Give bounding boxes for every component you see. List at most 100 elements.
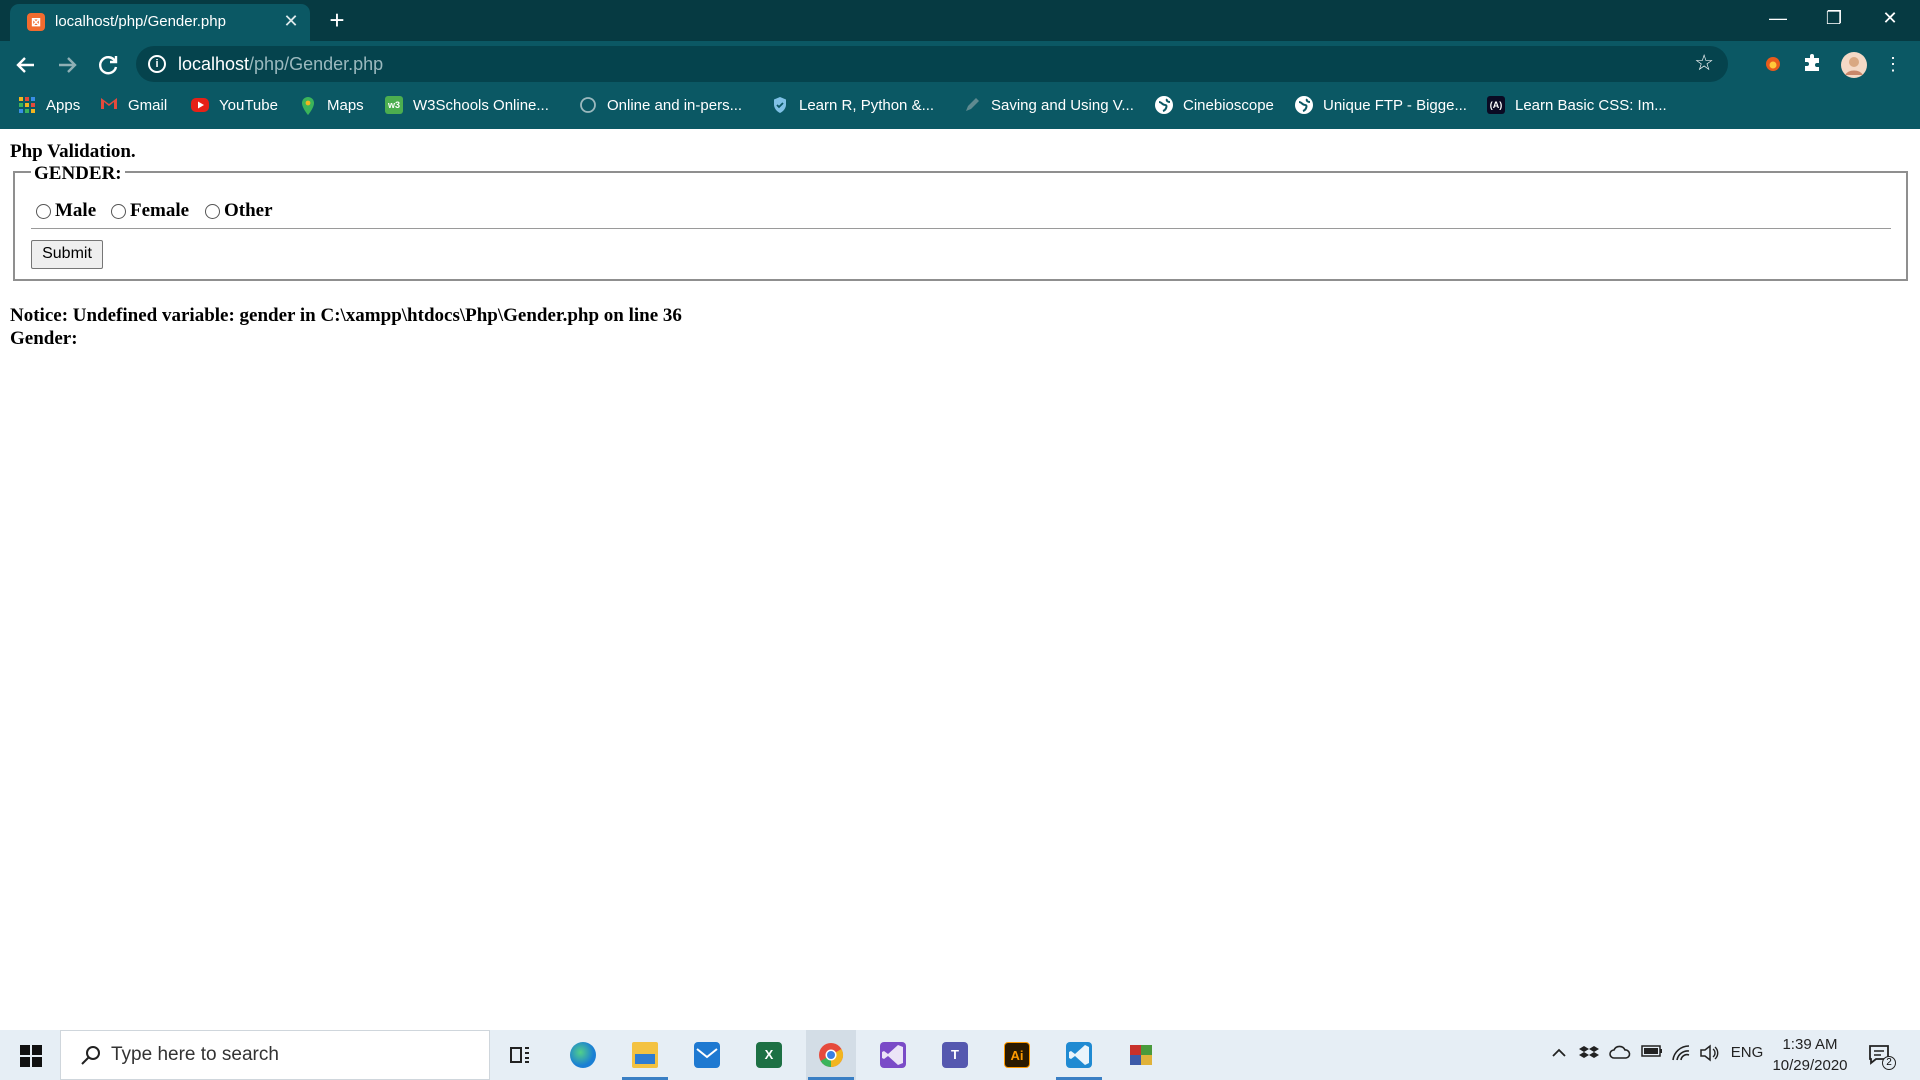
search-icon bbox=[79, 1043, 105, 1069]
radio-other-button[interactable] bbox=[205, 203, 220, 219]
shield-icon bbox=[771, 96, 789, 114]
youtube-icon bbox=[191, 98, 209, 112]
submit-button[interactable]: Submit bbox=[31, 240, 103, 269]
task-view-icon bbox=[507, 1042, 533, 1068]
show-hidden-icons-chevron-icon[interactable] bbox=[1549, 1044, 1569, 1067]
mail-icon bbox=[694, 1042, 720, 1068]
page-content: Php Validation. GENDER: Male Female Othe… bbox=[0, 129, 1920, 1030]
bookmark-label: Apps bbox=[46, 96, 81, 114]
bookmarks-bar: Apps Gmail YouTube Maps w3 W3Schools Onli… bbox=[0, 88, 1920, 129]
bookmark-label: Saving and Using V... bbox=[991, 96, 1134, 114]
url-path: /php/Gender.php bbox=[249, 54, 384, 74]
profile-avatar-icon[interactable] bbox=[1840, 51, 1867, 78]
file-explorer-app[interactable] bbox=[620, 1030, 670, 1080]
maps-icon bbox=[299, 96, 317, 115]
illustrator-icon: Ai bbox=[1004, 1042, 1030, 1068]
restore-button[interactable]: ❐ bbox=[1806, 0, 1862, 36]
bookmark-maps[interactable]: Maps bbox=[299, 88, 364, 122]
reload-icon bbox=[99, 56, 118, 75]
forward-button[interactable] bbox=[51, 49, 83, 81]
bookmark-youtube[interactable]: YouTube bbox=[191, 88, 278, 122]
battery-icon[interactable] bbox=[1640, 1044, 1664, 1063]
dropbox-icon[interactable] bbox=[1578, 1044, 1600, 1067]
globe-icon bbox=[1155, 96, 1173, 114]
bookmark-learn-basic-css[interactable]: (A) Learn Basic CSS: Im... bbox=[1487, 88, 1667, 122]
bookmark-online-in-person[interactable]: Online and in-pers... bbox=[579, 88, 742, 122]
bookmark-apps[interactable]: Apps bbox=[18, 88, 80, 122]
apps-grid-icon bbox=[18, 96, 36, 114]
bookmark-label: Gmail bbox=[128, 96, 168, 114]
windows-logo-icon bbox=[20, 1045, 42, 1067]
visual-studio-icon bbox=[880, 1042, 906, 1068]
teams-icon: T bbox=[942, 1042, 968, 1068]
excel-app[interactable]: X bbox=[744, 1030, 794, 1080]
tab-close-button[interactable]: ✕ bbox=[280, 10, 302, 32]
bookmark-label: Online and in-pers... bbox=[607, 96, 743, 114]
browser-menu-icon[interactable]: ⋮ bbox=[1880, 51, 1906, 77]
extension-fire-icon[interactable] bbox=[1760, 51, 1786, 77]
chrome-icon bbox=[818, 1042, 844, 1068]
visual-studio-app[interactable] bbox=[868, 1030, 918, 1080]
forward-arrow-icon bbox=[59, 57, 77, 73]
radio-female-button[interactable] bbox=[111, 203, 126, 219]
edge-icon bbox=[570, 1042, 596, 1068]
browser-titlebar: ⊠ localhost/php/Gender.php ✕ + — ❐ ✕ bbox=[0, 0, 1920, 41]
browser-toolbar: i localhost/php/Gender.php ☆ ⋮ bbox=[0, 41, 1920, 88]
gender-output-label: Gender: bbox=[10, 328, 78, 349]
teams-app[interactable]: T bbox=[930, 1030, 980, 1080]
bookmark-w3schools[interactable]: w3 W3Schools Online... bbox=[385, 88, 549, 122]
page-title: Php Validation. bbox=[10, 141, 136, 162]
bookmark-label: Maps bbox=[327, 96, 364, 114]
minimize-button[interactable]: — bbox=[1750, 0, 1806, 36]
winrar-app[interactable] bbox=[1116, 1030, 1166, 1080]
windows-taskbar: Type here to search X T Ai ENG 1:39 AM 1… bbox=[0, 1030, 1920, 1080]
radio-female-label: Female bbox=[130, 200, 190, 221]
reload-button[interactable] bbox=[92, 49, 124, 81]
bookmark-gmail[interactable]: Gmail bbox=[100, 88, 167, 122]
clock-date[interactable]: 10/29/2020 bbox=[1770, 1057, 1850, 1074]
gender-legend: GENDER: bbox=[31, 163, 125, 185]
url-text[interactable]: localhost/php/Gender.php bbox=[178, 54, 383, 75]
bookmark-label: W3Schools Online... bbox=[413, 96, 549, 114]
task-view-button[interactable] bbox=[495, 1030, 545, 1080]
clock-time[interactable]: 1:39 AM bbox=[1770, 1036, 1850, 1053]
back-button[interactable] bbox=[10, 49, 42, 81]
chrome-app[interactable] bbox=[806, 1030, 856, 1080]
extensions-puzzle-icon[interactable] bbox=[1799, 51, 1825, 77]
taskbar-search-box[interactable]: Type here to search bbox=[60, 1030, 490, 1080]
bookmark-label: Cinebioscope bbox=[1183, 96, 1274, 114]
xampp-favicon-icon: ⊠ bbox=[27, 13, 45, 31]
edge-app[interactable] bbox=[558, 1030, 608, 1080]
radio-male-button[interactable] bbox=[36, 203, 51, 219]
bookmark-learn-r-python[interactable]: Learn R, Python &... bbox=[771, 88, 934, 122]
new-tab-button[interactable]: + bbox=[322, 6, 352, 36]
back-arrow-icon bbox=[16, 57, 34, 73]
site-info-icon[interactable]: i bbox=[148, 55, 166, 73]
url-host: localhost bbox=[178, 54, 250, 74]
bookmark-star-icon[interactable]: ☆ bbox=[1694, 50, 1714, 76]
start-button[interactable] bbox=[0, 1030, 60, 1080]
volume-icon[interactable] bbox=[1698, 1044, 1720, 1067]
radio-female[interactable]: Female bbox=[111, 200, 189, 222]
bookmark-cinebioscope[interactable]: Cinebioscope bbox=[1155, 88, 1274, 122]
excel-icon: X bbox=[756, 1042, 782, 1068]
bookmark-label: Learn R, Python &... bbox=[799, 96, 935, 114]
bookmark-label: YouTube bbox=[219, 96, 278, 114]
tab-title: localhost/php/Gender.php bbox=[55, 13, 226, 30]
notification-count-badge: 2 bbox=[1882, 1056, 1896, 1070]
close-window-button[interactable]: ✕ bbox=[1862, 0, 1918, 36]
bookmark-saving-using[interactable]: Saving and Using V... bbox=[963, 88, 1134, 122]
mail-app[interactable] bbox=[682, 1030, 732, 1080]
radio-other[interactable]: Other bbox=[205, 200, 273, 222]
vscode-app[interactable] bbox=[1054, 1030, 1104, 1080]
illustrator-app[interactable]: Ai bbox=[992, 1030, 1042, 1080]
onedrive-cloud-icon[interactable] bbox=[1608, 1044, 1632, 1065]
language-indicator[interactable]: ENG bbox=[1730, 1044, 1764, 1061]
wifi-icon[interactable] bbox=[1670, 1044, 1692, 1067]
radio-male[interactable]: Male bbox=[36, 200, 96, 222]
bookmark-unique-ftp[interactable]: Unique FTP - Bigge... bbox=[1295, 88, 1467, 122]
winrar-icon bbox=[1128, 1042, 1154, 1068]
address-bar[interactable]: i localhost/php/Gender.php ☆ bbox=[136, 46, 1728, 82]
gender-fieldset: GENDER: Male Female Other Submit bbox=[13, 163, 1908, 281]
browser-tab-active[interactable]: ⊠ localhost/php/Gender.php ✕ bbox=[10, 4, 310, 41]
